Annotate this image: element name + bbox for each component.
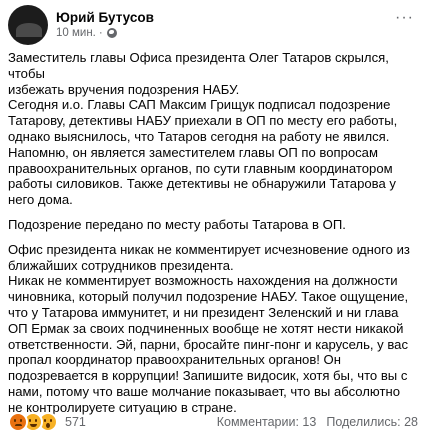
angry-reaction-icon [8,412,28,432]
text-line: однако выяснилось, что Татаров сегодня н… [8,128,390,144]
text-line: подозревается в коррупции! Запишите видо… [8,368,408,384]
avatar[interactable] [8,5,48,45]
paragraph-2: Подозрение передано по месту работы Тата… [8,217,422,233]
text-line: работы силовиков. Также детективы не обн… [8,176,396,192]
reaction-count[interactable]: 571 [65,415,86,429]
text-line: Заместитель главы Офиса президента Олег … [8,50,389,81]
text-line: правоохранительных органов, по сути глав… [8,160,393,176]
post-subline: 10 мин. · [56,26,154,41]
post-footer: 571 Комментарии: 13 Поделились: 28 [8,412,418,432]
text-line: Подозрение передано по месту работы Тата… [8,216,346,232]
text-line: Напомню, он является заместителем главы … [8,144,378,160]
post-header: Юрий Бутусов 10 мин. · [8,5,154,45]
text-line: ближайших сотрудников президента. [8,257,234,273]
paragraph-1: Заместитель главы Офиса президента Олег … [8,50,422,208]
text-line: ответственности. Эй, парни, бросайте пин… [8,336,408,352]
time-separator: · [98,26,103,39]
text-line: Никак не комментирует возможность нахожд… [8,273,398,289]
text-line: что у Татарова иммунитет, и ни президент… [8,304,399,320]
shares-count[interactable]: Поделились: 28 [326,415,418,429]
reactions-summary[interactable]: 571 [8,412,86,432]
post-time[interactable]: 10 мин. [56,26,96,41]
text-line: нами, потому что ваше молчание показывае… [8,383,400,399]
text-line: избежать вручения подозрения НАБУ. [8,81,240,97]
more-options-icon[interactable]: ··· [395,10,414,26]
text-line: Сегодня и.о. Главы САП Максим Грищук под… [8,97,391,113]
facebook-post: Юрий Бутусов 10 мин. · ··· Заместитель г… [0,0,428,437]
globe-icon [106,28,117,38]
post-text: Заместитель главы Офиса президента Олег … [8,50,422,416]
post-stats: Комментарии: 13 Поделились: 28 [217,415,418,429]
text-line: него дома. [8,192,73,208]
text-line: ОП Ермак за своих подчиненных вообще не … [8,320,404,336]
text-line: Офис президента никак не комментирует ис… [8,241,410,257]
text-line: пропал координатор правоохранительных ор… [8,352,341,368]
paragraph-3: Офис президента никак не комментирует ис… [8,242,422,416]
post-meta: Юрий Бутусов 10 мин. · [56,10,154,41]
author-name[interactable]: Юрий Бутусов [56,10,154,26]
text-line: Татарову, детективы НАБУ приехали в ОП п… [8,113,398,129]
text-line: чиновника, который получил подозрение НА… [8,289,409,305]
comments-count[interactable]: Комментарии: 13 [217,415,317,429]
